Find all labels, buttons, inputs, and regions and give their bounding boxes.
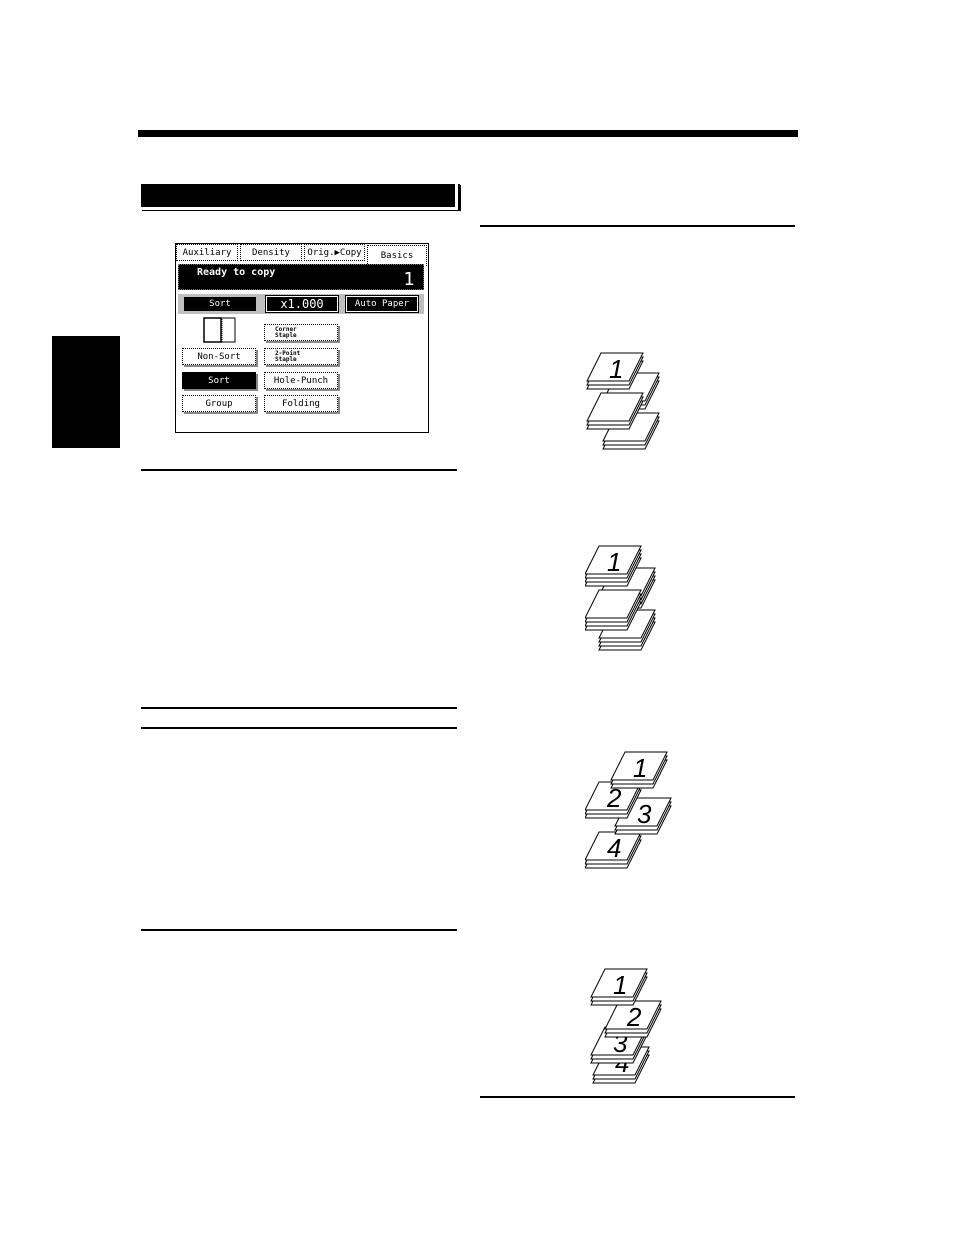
tab-density[interactable]: Density xyxy=(240,244,302,261)
right-column-rule-1 xyxy=(480,225,795,227)
left-column-rule-1 xyxy=(141,469,457,471)
group-button[interactable]: Group xyxy=(182,395,256,412)
summary-zoom-ratio[interactable]: x1.000 xyxy=(266,296,338,312)
hole-punch-button[interactable]: Hole-Punch xyxy=(264,372,338,389)
tab-basics[interactable]: Basics xyxy=(367,245,427,266)
summary-paper[interactable]: Auto Paper xyxy=(346,296,418,312)
chapter-side-tab xyxy=(52,336,120,448)
paper-stack: 1 xyxy=(610,751,668,789)
page-number-label: 2 xyxy=(626,1002,642,1032)
group-illustration: 4321 xyxy=(590,968,662,1084)
page-number-label: 1 xyxy=(607,547,621,577)
two-point-staple-button[interactable]: 2-Point Staple xyxy=(264,348,338,365)
summary-finish-mode[interactable]: Sort xyxy=(184,297,256,311)
sort-illustration: 1 xyxy=(585,545,656,651)
page-number-label: 1 xyxy=(609,354,623,384)
offset-sort-illustration: 4321 xyxy=(585,751,672,869)
left-column-rule-4 xyxy=(141,929,457,931)
page-number-label: 3 xyxy=(637,799,652,829)
page-number-label: 4 xyxy=(607,833,621,863)
page-number-label: 1 xyxy=(633,753,647,783)
left-column-rule-3 xyxy=(141,727,457,729)
sort-mode-icon xyxy=(203,317,236,343)
left-column-rule-2 xyxy=(141,707,457,709)
sort-button[interactable]: Sort xyxy=(182,372,256,389)
top-rule xyxy=(138,130,798,137)
section-header-bar xyxy=(141,184,460,210)
paper-stack: 4 xyxy=(585,831,642,869)
paper-stack: 1 xyxy=(590,968,648,1006)
folding-button[interactable]: Folding xyxy=(264,395,338,412)
tab-orig-copy[interactable]: Orig.▶Copy xyxy=(304,244,365,261)
status-message: Ready to copy xyxy=(197,267,276,278)
copier-touch-panel: Auxiliary Density Orig.▶Copy Basics Read… xyxy=(175,243,429,433)
right-column-rule-2 xyxy=(480,1096,795,1098)
page-number-label: 1 xyxy=(613,970,627,1000)
copy-count: 1 xyxy=(403,269,415,290)
non-sort-button[interactable]: Non-Sort xyxy=(182,348,256,365)
corner-staple-button[interactable]: Corner Staple xyxy=(264,324,338,341)
paper-stack: 2 xyxy=(604,1000,662,1038)
tab-auxiliary[interactable]: Auxiliary xyxy=(176,244,238,261)
status-display: Ready to copy 1 xyxy=(178,264,424,290)
non-sort-illustration: 1 xyxy=(586,352,660,450)
